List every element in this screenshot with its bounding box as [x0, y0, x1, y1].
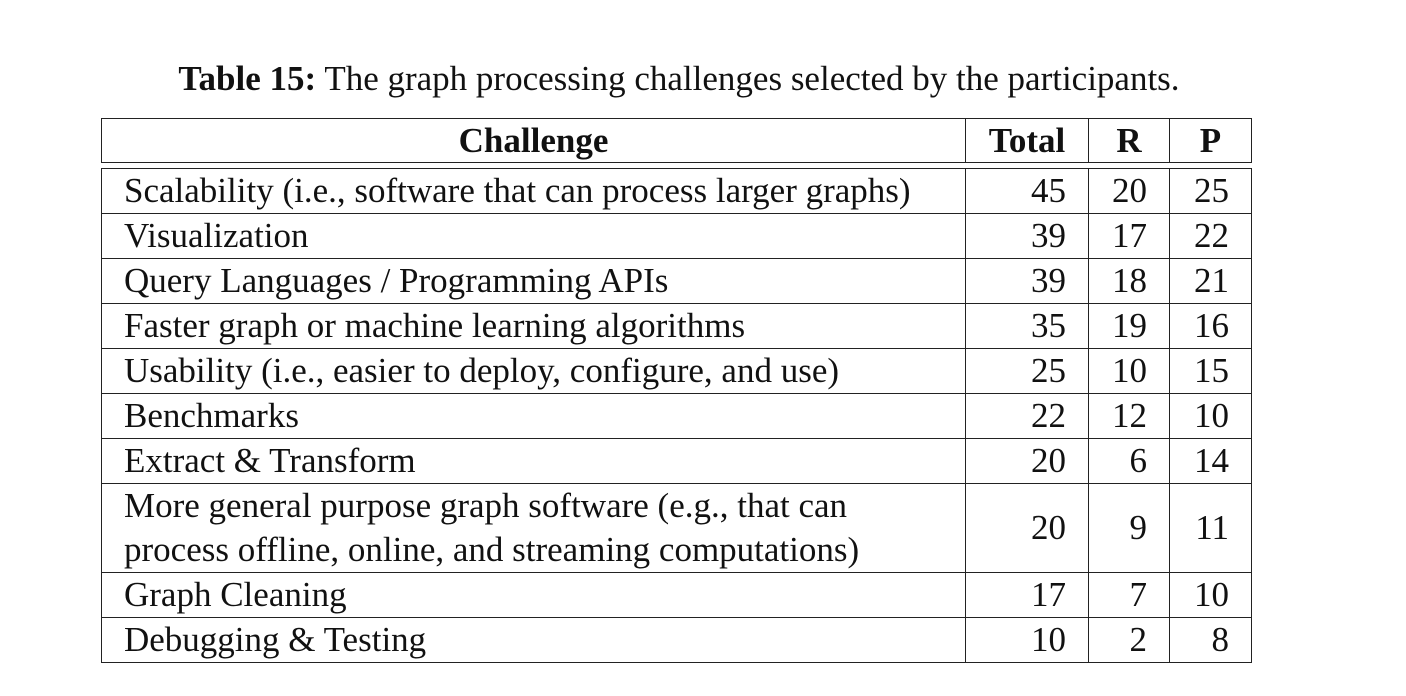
cell-challenge: Graph Cleaning — [101, 573, 966, 618]
table-row: Benchmarks 22 12 10 — [101, 394, 1252, 439]
cell-total: 39 — [966, 259, 1089, 304]
cell-total: 20 — [966, 484, 1089, 573]
header-total: Total — [966, 118, 1089, 163]
cell-total: 20 — [966, 439, 1089, 484]
challenges-table: Challenge Total R P Scalability (i.e., s… — [101, 118, 1252, 663]
header-challenge: Challenge — [101, 118, 966, 163]
cell-challenge-line1: More general purpose graph software (e.g… — [124, 486, 848, 525]
cell-r: 19 — [1089, 304, 1170, 349]
caption-label: Table 15: — [178, 59, 317, 98]
table-row: Visualization 39 17 22 — [101, 214, 1252, 259]
table-row: Scalability (i.e., software that can pro… — [101, 168, 1252, 214]
cell-total: 35 — [966, 304, 1089, 349]
cell-total: 45 — [966, 168, 1089, 214]
table-row: Extract & Transform 20 6 14 — [101, 439, 1252, 484]
cell-p: 10 — [1170, 394, 1252, 439]
cell-challenge: Debugging & Testing — [101, 618, 966, 663]
cell-r: 10 — [1089, 349, 1170, 394]
cell-r: 17 — [1089, 214, 1170, 259]
table-row: Faster graph or machine learning algorit… — [101, 304, 1252, 349]
cell-challenge: More general purpose graph software (e.g… — [101, 484, 966, 573]
cell-challenge: Faster graph or machine learning algorit… — [101, 304, 966, 349]
cell-total: 10 — [966, 618, 1089, 663]
cell-p: 14 — [1170, 439, 1252, 484]
cell-r: 7 — [1089, 573, 1170, 618]
cell-r: 2 — [1089, 618, 1170, 663]
cell-p: 21 — [1170, 259, 1252, 304]
header-p: P — [1170, 118, 1252, 163]
cell-r: 20 — [1089, 168, 1170, 214]
cell-total: 39 — [966, 214, 1089, 259]
cell-p: 25 — [1170, 168, 1252, 214]
table-row: Usability (i.e., easier to deploy, confi… — [101, 349, 1252, 394]
cell-challenge: Scalability (i.e., software that can pro… — [101, 168, 966, 214]
cell-challenge-line2: process offline, online, and streaming c… — [124, 530, 860, 569]
cell-p: 8 — [1170, 618, 1252, 663]
header-r: R — [1089, 118, 1170, 163]
header-row: Challenge Total R P — [101, 118, 1252, 163]
cell-r: 12 — [1089, 394, 1170, 439]
cell-total: 22 — [966, 394, 1089, 439]
cell-r: 18 — [1089, 259, 1170, 304]
table-row: Query Languages / Programming APIs 39 18… — [101, 259, 1252, 304]
cell-challenge: Usability (i.e., easier to deploy, confi… — [101, 349, 966, 394]
cell-r: 9 — [1089, 484, 1170, 573]
cell-r: 6 — [1089, 439, 1170, 484]
table-row: More general purpose graph software (e.g… — [101, 484, 1252, 573]
cell-total: 25 — [966, 349, 1089, 394]
cell-challenge: Benchmarks — [101, 394, 966, 439]
cell-challenge: Visualization — [101, 214, 966, 259]
caption-text: The graph processing challenges selected… — [324, 59, 1180, 98]
table-row: Debugging & Testing 10 2 8 — [101, 618, 1252, 663]
table-caption: Table 15: The graph processing challenge… — [0, 58, 1358, 100]
cell-p: 22 — [1170, 214, 1252, 259]
cell-p: 15 — [1170, 349, 1252, 394]
table-row: Graph Cleaning 17 7 10 — [101, 573, 1252, 618]
cell-p: 11 — [1170, 484, 1252, 573]
cell-challenge: Extract & Transform — [101, 439, 966, 484]
cell-p: 10 — [1170, 573, 1252, 618]
cell-total: 17 — [966, 573, 1089, 618]
cell-p: 16 — [1170, 304, 1252, 349]
cell-challenge: Query Languages / Programming APIs — [101, 259, 966, 304]
